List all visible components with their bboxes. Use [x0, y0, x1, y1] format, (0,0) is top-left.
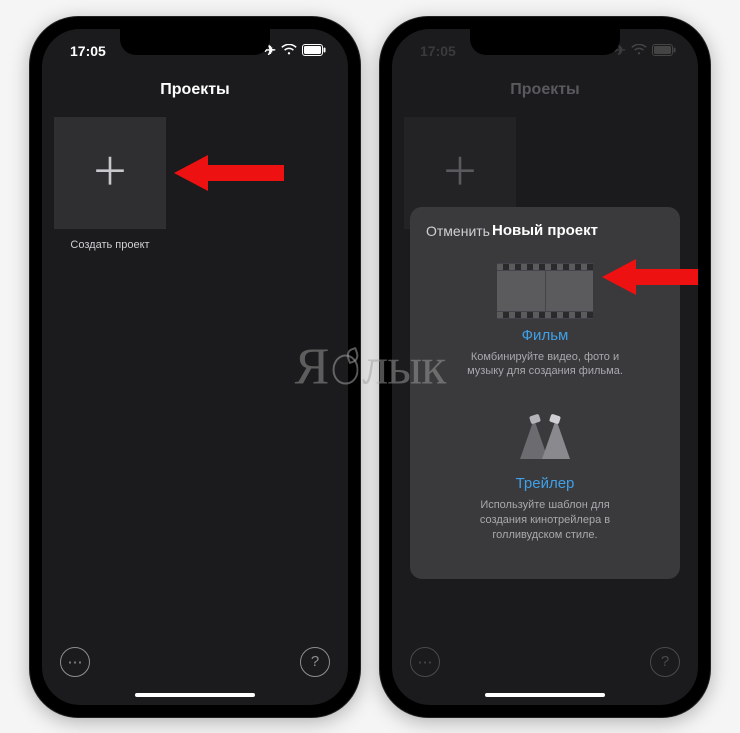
- option-trailer-title: Трейлер: [426, 475, 664, 492]
- status-time: 17:05: [70, 43, 106, 59]
- sheet-header: Отменить Новый проект: [426, 219, 664, 243]
- screen-left: 17:05 ✈︎ Проекты ＋ Создать проект ⋯ ?: [42, 29, 348, 705]
- help-icon: ?: [311, 653, 319, 670]
- plus-icon: ＋: [91, 154, 129, 192]
- spotlights-icon: [510, 411, 580, 467]
- page-title: Проекты: [42, 73, 348, 113]
- wifi-icon: [631, 43, 647, 59]
- cancel-button[interactable]: Отменить: [426, 223, 490, 239]
- option-trailer[interactable]: Трейлер Используйте шаблон для создания …: [426, 393, 664, 557]
- plus-icon: ＋: [441, 154, 479, 192]
- help-icon: ?: [661, 653, 669, 670]
- option-movie-title: Фильм: [426, 327, 664, 344]
- annotation-arrow-right: [602, 253, 698, 301]
- more-button[interactable]: ⋯: [410, 647, 440, 677]
- more-button[interactable]: ⋯: [60, 647, 90, 677]
- more-icon: ⋯: [418, 653, 433, 671]
- phone-right: 17:05 ✈︎ Проекты ＋ Отменить Новый проект: [380, 17, 710, 717]
- battery-icon: [302, 43, 326, 59]
- wifi-icon: [281, 43, 297, 59]
- page-title: Проекты: [392, 73, 698, 113]
- notch: [470, 29, 620, 55]
- option-trailer-desc: Используйте шаблон для создания кинотрей…: [445, 498, 645, 543]
- create-project-tile[interactable]: ＋: [54, 117, 166, 229]
- screen-right: 17:05 ✈︎ Проекты ＋ Отменить Новый проект: [392, 29, 698, 705]
- phone-left: 17:05 ✈︎ Проекты ＋ Создать проект ⋯ ?: [30, 17, 360, 717]
- help-button[interactable]: ?: [300, 647, 330, 677]
- bottom-bar: ⋯ ?: [392, 647, 698, 677]
- battery-icon: [652, 43, 676, 59]
- annotation-arrow-left: [174, 149, 284, 197]
- status-time: 17:05: [420, 43, 456, 59]
- filmstrip-icon: [497, 263, 593, 319]
- bottom-bar: ⋯ ?: [42, 647, 348, 677]
- status-icons: ✈︎: [264, 42, 326, 59]
- more-icon: ⋯: [68, 653, 83, 671]
- home-indicator[interactable]: [135, 693, 255, 697]
- status-icons: ✈︎: [614, 42, 676, 59]
- help-button[interactable]: ?: [650, 647, 680, 677]
- option-movie-desc: Комбинируйте видео, фото и музыку для со…: [445, 350, 645, 380]
- create-project-caption: Создать проект: [54, 239, 166, 251]
- notch: [120, 29, 270, 55]
- home-indicator[interactable]: [485, 693, 605, 697]
